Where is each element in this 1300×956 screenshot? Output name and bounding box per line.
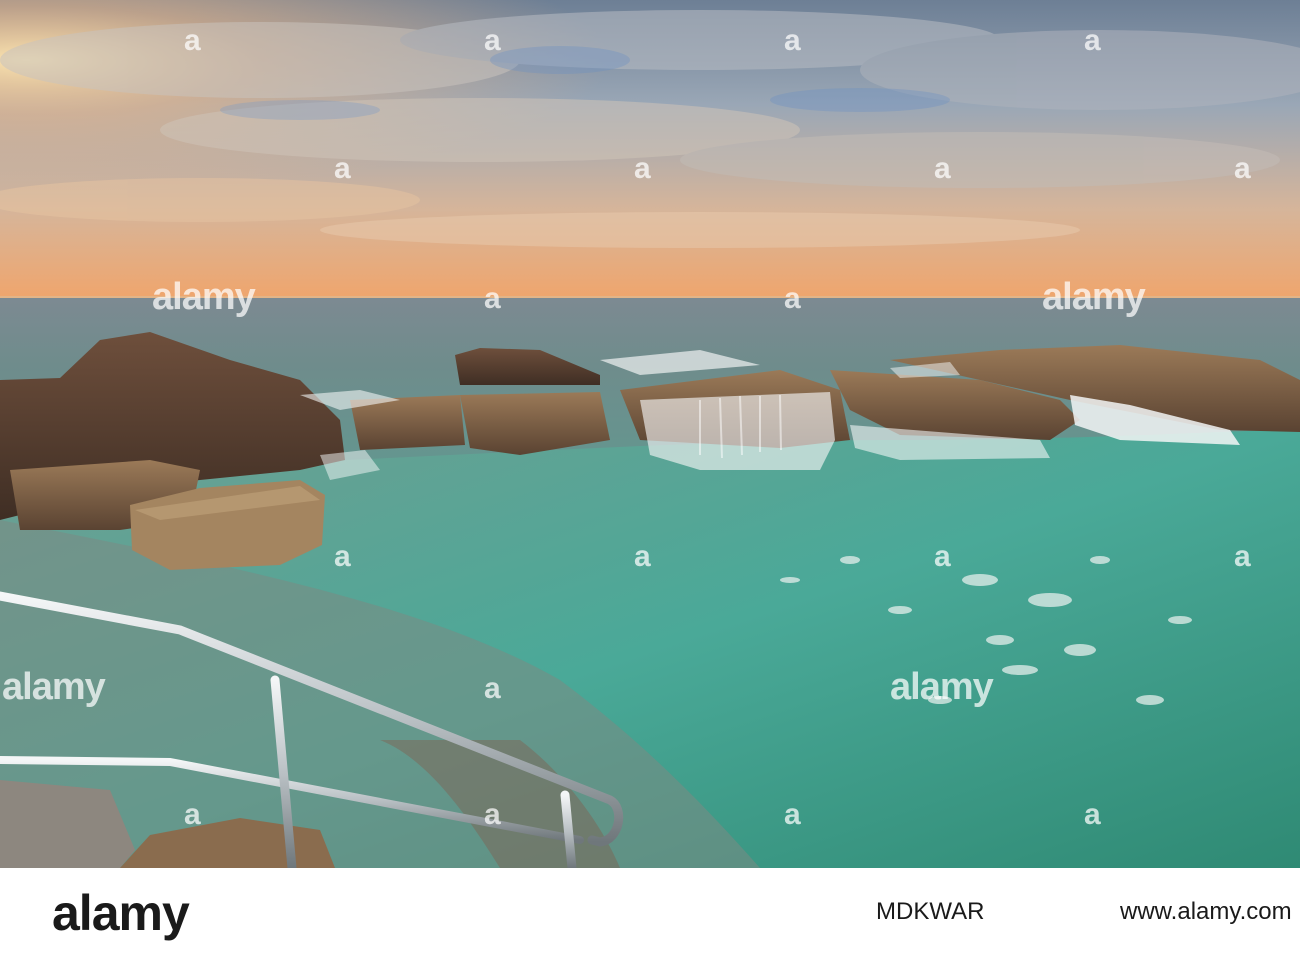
watermark-glyph: a — [1234, 540, 1251, 573]
watermark-glyph: a — [1084, 798, 1101, 831]
seascape-photo: a a a a a a a a alamy a a alamy a a a a … — [0, 0, 1300, 868]
watermark-glyph: a — [184, 24, 201, 57]
stock-footer-bar: alamy MDKWAR www.alamy.com — [0, 868, 1300, 956]
watermark-brand: alamy — [2, 666, 106, 708]
watermark-glyph: a — [334, 540, 351, 573]
watermark-glyph: a — [784, 282, 801, 315]
watermark-glyph: a — [634, 540, 651, 573]
watermark-glyph: a — [484, 24, 501, 57]
watermark-glyph: a — [634, 152, 651, 185]
watermark-glyph: a — [484, 798, 501, 831]
watermark-glyph: a — [334, 152, 351, 185]
watermark-glyph: a — [934, 540, 951, 573]
image-id: MDKWAR — [876, 898, 985, 925]
watermark-glyph: a — [934, 152, 951, 185]
site-url: www.alamy.com — [1120, 898, 1292, 925]
alamy-logo: alamy — [52, 885, 190, 941]
watermark-glyph: a — [1084, 24, 1101, 57]
watermark-glyph: a — [484, 282, 501, 315]
watermark-brand: alamy — [1042, 276, 1146, 318]
watermark-glyph: a — [784, 24, 801, 57]
seascape-illustration — [0, 0, 1300, 868]
watermark-brand: alamy — [152, 276, 256, 318]
watermark-glyph: a — [184, 798, 201, 831]
watermark-glyph: a — [784, 798, 801, 831]
watermark-brand: alamy — [890, 666, 994, 708]
watermark-glyph: a — [1234, 152, 1251, 185]
stock-photo-frame: a a a a a a a a alamy a a alamy a a a a … — [0, 0, 1300, 956]
watermark-glyph: a — [484, 672, 501, 705]
